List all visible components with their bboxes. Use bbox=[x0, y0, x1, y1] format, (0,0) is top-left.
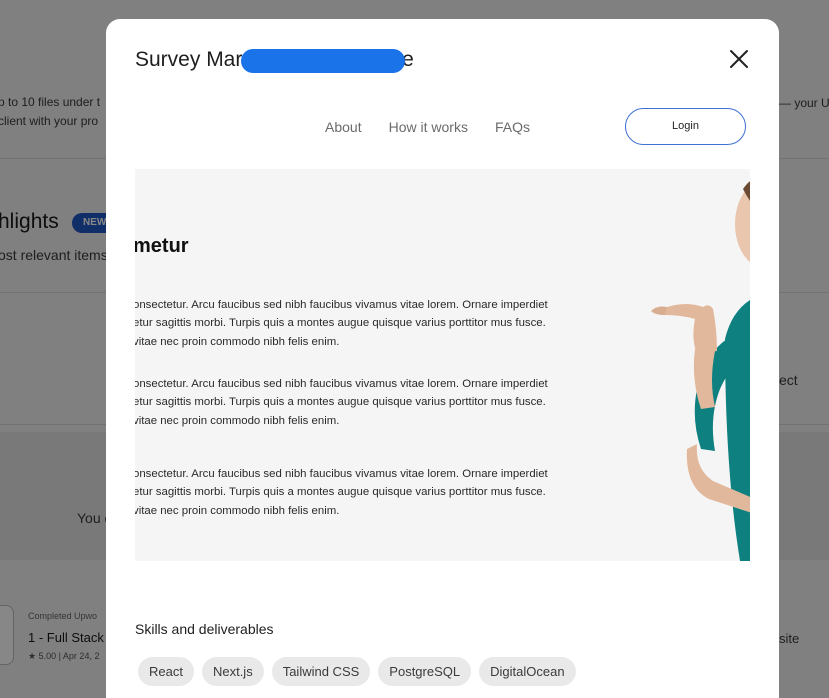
skills-heading: Skills and deliverables bbox=[135, 621, 274, 637]
hero-paragraph: onsectetur. Arcu faucibus sed nibh fauci… bbox=[135, 296, 573, 351]
close-icon bbox=[730, 50, 748, 68]
hero-line: vitae nec proin commodo nibh felis enim. bbox=[135, 504, 340, 517]
hero-heading: metur bbox=[135, 235, 189, 257]
site-nav: About How it works FAQs bbox=[325, 119, 530, 135]
hero-line: onsectetur. Arcu faucibus sed nibh fauci… bbox=[135, 468, 548, 480]
redaction-mark bbox=[241, 49, 405, 73]
hero-line: onsectetur. Arcu faucibus sed nibh fauci… bbox=[135, 378, 548, 390]
hero-line: onsectetur. Arcu faucibus sed nibh fauci… bbox=[135, 299, 548, 311]
hero-line: etur sagittis morbi. Turpis quis a monte… bbox=[135, 396, 546, 409]
hero-paragraph: onsectetur. Arcu faucibus sed nibh fauci… bbox=[135, 375, 573, 430]
person-illustration bbox=[651, 181, 750, 561]
skill-chip[interactable]: Next.js bbox=[201, 657, 264, 686]
nav-how-it-works[interactable]: How it works bbox=[389, 119, 468, 135]
skill-chip[interactable]: Tailwind CSS bbox=[271, 657, 371, 686]
nav-about[interactable]: About bbox=[325, 119, 362, 135]
close-button[interactable] bbox=[726, 46, 752, 72]
skill-chip[interactable]: React bbox=[138, 657, 194, 686]
hero-paragraph: onsectetur. Arcu faucibus sed nibh fauci… bbox=[135, 465, 573, 520]
skill-chip[interactable]: DigitalOcean bbox=[479, 657, 576, 686]
modal-title-start: Survey Mar bbox=[135, 48, 243, 71]
skills-list: React Next.js Tailwind CSS PostgreSQL Di… bbox=[138, 657, 576, 686]
nav-faqs[interactable]: FAQs bbox=[495, 119, 530, 135]
skill-chip[interactable]: PostgreSQL bbox=[378, 657, 472, 686]
hero-line: etur sagittis morbi. Turpis quis a monte… bbox=[135, 317, 546, 330]
hero-line: vitae nec proin commodo nibh felis enim. bbox=[135, 414, 340, 427]
login-button[interactable]: Login bbox=[625, 108, 746, 145]
hero-line: etur sagittis morbi. Turpis quis a monte… bbox=[135, 486, 546, 499]
hero-line: vitae nec proin commodo nibh felis enim. bbox=[135, 335, 340, 348]
project-preview-modal: Survey MarWebsite About How it works FAQ… bbox=[106, 19, 779, 698]
hero-preview-image: metur onsectetur. Arcu faucibus sed nibh… bbox=[135, 169, 750, 561]
